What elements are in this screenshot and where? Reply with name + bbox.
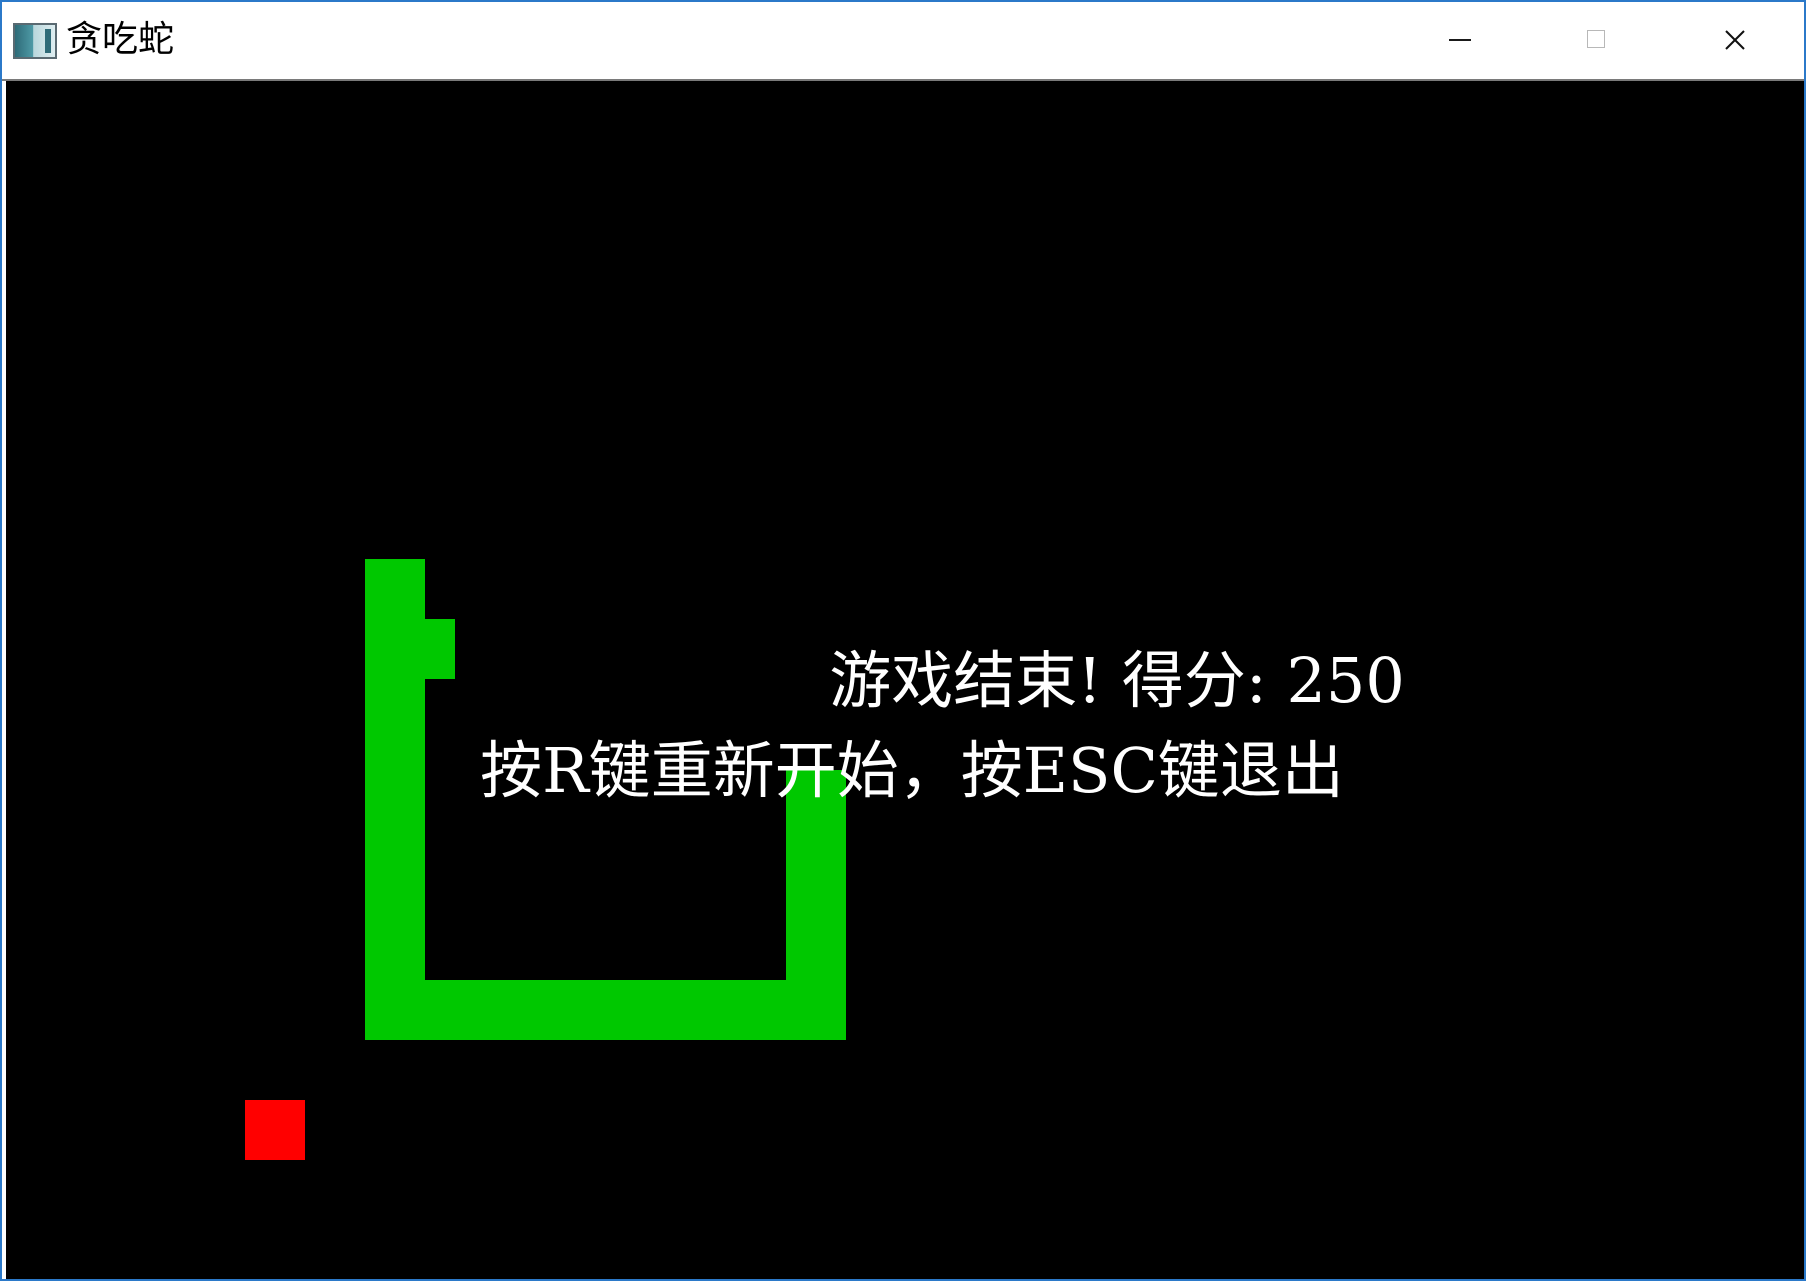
minimize-button[interactable]: [1392, 2, 1528, 79]
snake-segment: [425, 980, 846, 1040]
snake-segment: [365, 559, 425, 619]
close-button[interactable]: [1666, 2, 1802, 79]
game-canvas[interactable]: 游戏结束! 得分: 250 按R键重新开始，按ESC键退出: [6, 81, 1804, 1279]
food-item: [245, 1100, 305, 1160]
window-title: 贪吃蛇: [66, 19, 175, 60]
app-window-icon: [13, 23, 57, 59]
maximize-button[interactable]: [1529, 2, 1665, 79]
minimize-icon: [1449, 39, 1471, 41]
maximize-icon: [1587, 30, 1605, 48]
game-over-message: 游戏结束! 得分: 250: [829, 644, 1405, 717]
game-window: 贪吃蛇 游戏结束! 得分: 250 按R键重新开始，按ESC键退出: [0, 0, 1806, 1281]
restart-exit-instructions: 按R键重新开始，按ESC键退出: [480, 734, 1344, 807]
close-icon: [1725, 30, 1745, 50]
title-bar[interactable]: 贪吃蛇: [2, 2, 1804, 81]
